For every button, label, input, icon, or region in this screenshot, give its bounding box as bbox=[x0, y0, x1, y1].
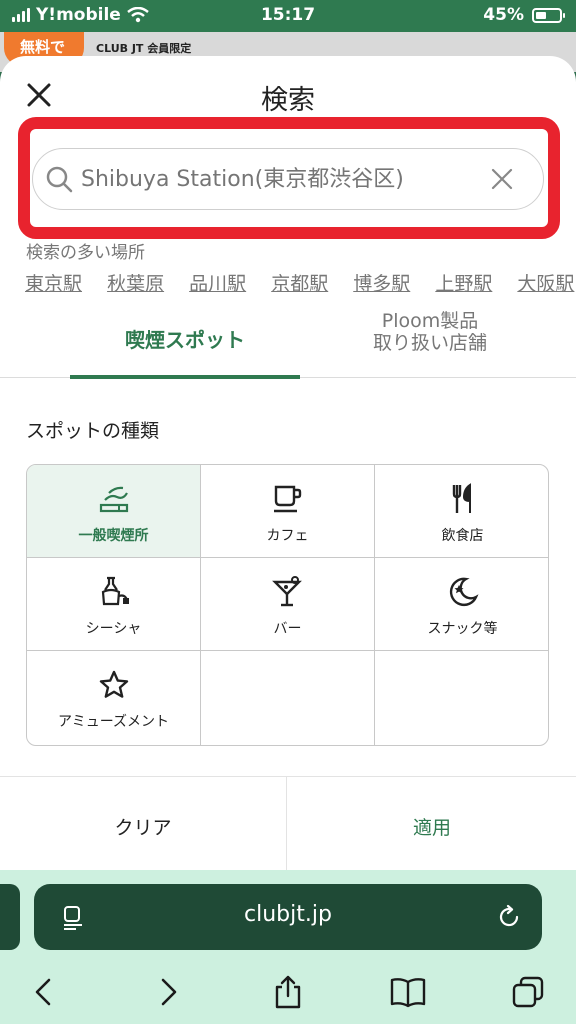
tab-label-line1: Ploom製品 bbox=[381, 310, 479, 332]
popular-place-link[interactable]: 博多駅 bbox=[353, 273, 410, 295]
share-button[interactable] bbox=[268, 972, 308, 1012]
battery-percent: 45% bbox=[483, 5, 524, 25]
spot-type-general-smoking[interactable]: 一般喫煙所 bbox=[27, 465, 201, 558]
spot-type-label: カフェ bbox=[266, 528, 309, 544]
book-icon bbox=[390, 978, 426, 1008]
forward-button[interactable] bbox=[148, 972, 188, 1012]
popular-place-link[interactable]: 大阪駅 bbox=[517, 273, 574, 295]
clear-search-icon[interactable] bbox=[489, 166, 515, 192]
spot-type-empty-cell bbox=[375, 651, 548, 745]
address-bar[interactable]: clubjt.jp bbox=[34, 884, 542, 950]
spot-type-heading: スポットの種類 bbox=[26, 420, 160, 442]
spot-type-snack[interactable]: スナック等 bbox=[375, 558, 548, 651]
spot-type-amusement[interactable]: アミューズメント bbox=[27, 651, 201, 745]
action-bar: クリア 適用 bbox=[0, 776, 576, 870]
tab-smoking-spots[interactable]: 喫煙スポット bbox=[70, 306, 300, 379]
spot-type-label: アミューズメント bbox=[57, 714, 170, 730]
popular-place-link[interactable]: 京都駅 bbox=[271, 273, 328, 295]
shisha-icon bbox=[101, 576, 129, 606]
battery-icon bbox=[532, 7, 565, 23]
tab-label: 喫煙スポット bbox=[125, 328, 245, 352]
popular-places-label: 検索の多い場所 bbox=[26, 243, 145, 263]
fork-knife-icon bbox=[452, 483, 471, 513]
browser-toolbar bbox=[0, 966, 576, 1016]
tab-ploom-stores[interactable]: Ploom製品 取り扱い店舗 bbox=[330, 306, 530, 378]
smoking-icon bbox=[99, 486, 128, 513]
spot-type-label: スナック等 bbox=[427, 621, 498, 637]
popular-place-link[interactable]: 東京駅 bbox=[25, 273, 82, 295]
star-icon bbox=[99, 670, 128, 698]
club-member-label: CLUB JT 会員限定 bbox=[96, 42, 192, 55]
spot-type-label: 飲食店 bbox=[441, 528, 484, 544]
spot-type-label: バー bbox=[273, 621, 302, 637]
reload-icon[interactable] bbox=[496, 904, 522, 930]
moon-star-icon bbox=[449, 577, 479, 607]
tabs-button[interactable] bbox=[508, 972, 548, 1012]
share-icon bbox=[275, 975, 301, 1009]
coffee-cup-icon bbox=[273, 485, 301, 513]
status-bar: Y!mobile 15:17 45% bbox=[0, 0, 576, 32]
spot-type-shisha[interactable]: シーシャ bbox=[27, 558, 201, 651]
spot-type-grid: 一般喫煙所 カフェ 飲食店 シーシャ バー スナック等 アミューズメント bbox=[26, 464, 549, 746]
browser-chrome: clubjt.jp bbox=[0, 870, 576, 1024]
popular-place-link[interactable]: 上野駅 bbox=[435, 273, 492, 295]
popular-place-link[interactable]: 品川駅 bbox=[189, 273, 246, 295]
sheet-title: 検索 bbox=[261, 85, 315, 116]
search-icon bbox=[46, 166, 73, 193]
clear-button[interactable]: クリア bbox=[0, 777, 287, 870]
popular-places-list: 東京駅 秋葉原 品川駅 京都駅 博多駅 上野駅 大阪駅 bbox=[25, 269, 576, 296]
cocktail-icon bbox=[271, 576, 302, 607]
spot-type-empty-cell bbox=[201, 651, 375, 745]
spot-type-cafe[interactable]: カフェ bbox=[201, 465, 375, 558]
search-box bbox=[32, 148, 544, 210]
spot-type-label: 一般喫煙所 bbox=[78, 528, 149, 544]
tab-bar: 喫煙スポット Ploom製品 取り扱い店舗 bbox=[0, 306, 576, 379]
url-text: clubjt.jp bbox=[244, 902, 332, 927]
popular-place-link[interactable]: 秋葉原 bbox=[107, 273, 164, 295]
spot-type-restaurant[interactable]: 飲食店 bbox=[375, 465, 548, 558]
chevron-right-icon bbox=[161, 978, 177, 1006]
tabs-icon bbox=[512, 976, 544, 1008]
chevron-left-icon bbox=[35, 978, 51, 1006]
search-sheet: 検索 検索の多い場所 東京駅 秋葉原 品川駅 京都駅 博多駅 上野駅 大阪駅 喫… bbox=[0, 56, 576, 870]
spot-type-label: シーシャ bbox=[85, 621, 142, 637]
spot-type-bar[interactable]: バー bbox=[201, 558, 375, 651]
back-button[interactable] bbox=[24, 972, 64, 1012]
previous-tab-preview[interactable] bbox=[0, 884, 20, 950]
search-input[interactable] bbox=[81, 166, 481, 192]
tab-label-line2: 取り扱い店舗 bbox=[372, 332, 487, 354]
bookmarks-button[interactable] bbox=[388, 972, 428, 1012]
apply-button[interactable]: 適用 bbox=[288, 777, 576, 870]
